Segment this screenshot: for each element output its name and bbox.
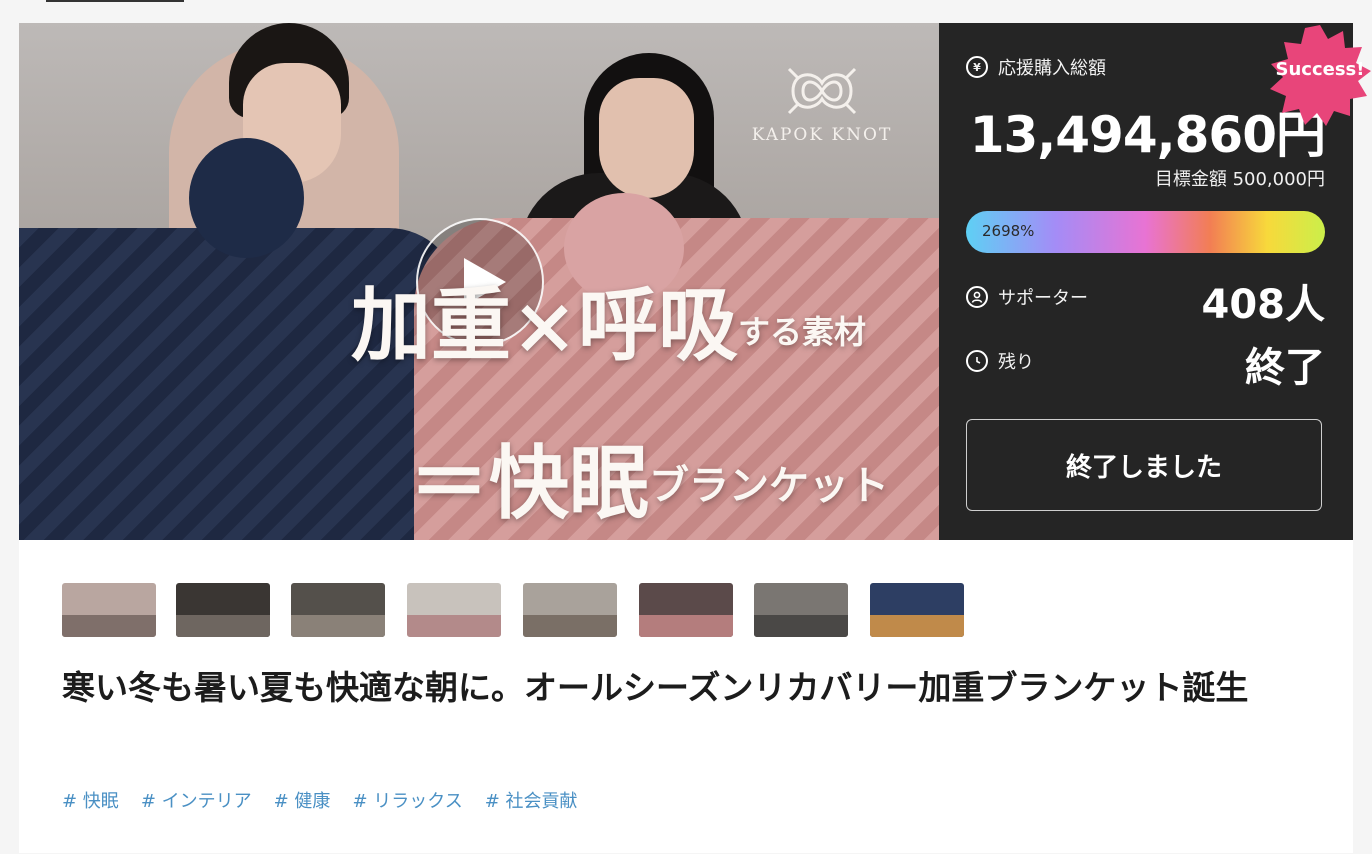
knot-logo-icon [787, 67, 857, 115]
thumbnail-7[interactable] [754, 583, 848, 637]
goal-amount: 目標金額 500,000円 [1154, 169, 1325, 190]
thumbnail-detail [870, 615, 964, 637]
tag-link[interactable]: # 快眠 [62, 787, 119, 813]
tag-link[interactable]: # インテリア [141, 787, 252, 813]
headline-times: × [511, 278, 579, 372]
supporters-label: サポーター [998, 288, 1088, 309]
woman-face [599, 78, 694, 198]
total-label-row: ¥ 応援購入総額 [966, 54, 1106, 80]
navy-knot-pillow [189, 138, 304, 258]
hero-headline-line2: ＝快眠ブランケット [409, 443, 889, 523]
thumbnail-detail [291, 615, 385, 637]
success-badge-text: Success! [1275, 59, 1365, 80]
user-icon [966, 286, 988, 308]
clock-icon [966, 350, 988, 372]
thumbnail-detail [62, 615, 156, 637]
thumbnail-2[interactable] [176, 583, 270, 637]
thumbnail-6[interactable] [639, 583, 733, 637]
project-card: KAPOK KNOT 加重×呼吸する素材 ＝快眠ブランケット ¥ 応援購入総額 … [19, 23, 1371, 853]
remaining-label-row: 残り [966, 348, 1034, 374]
supporters-count: 408人 [1201, 282, 1326, 328]
thumbnail-5[interactable] [523, 583, 617, 637]
remaining-label: 残り [998, 352, 1034, 373]
brand-name: KAPOK KNOT [751, 125, 893, 145]
hero-image[interactable]: KAPOK KNOT 加重×呼吸する素材 ＝快眠ブランケット [19, 23, 939, 540]
remaining-value: 終了 [1245, 345, 1325, 391]
hero-headline-line1: 加重×呼吸する素材 [351, 285, 866, 365]
supporters-label-row: サポーター [966, 284, 1088, 310]
top-tab-indicator [46, 0, 184, 2]
tag-list: # 快眠 # インテリア # 健康 # リラックス # 社会貢献 [62, 787, 578, 813]
headline-word-kaju: 加重 [351, 278, 511, 372]
progress-percent: 2698% [982, 222, 1035, 240]
headline-equals: ＝ [409, 436, 489, 530]
headline-word-kaimin: 快眠 [489, 436, 649, 530]
brand-logo: KAPOK KNOT [747, 63, 897, 153]
thumbnail-detail [523, 615, 617, 637]
thumbnail-4[interactable] [407, 583, 501, 637]
headline-small-1: する素材 [738, 313, 867, 351]
tag-link[interactable]: # 健康 [274, 787, 331, 813]
thumbnail-detail [639, 615, 733, 637]
total-label: 応援購入総額 [998, 58, 1106, 79]
ended-button[interactable]: 終了しました [966, 419, 1322, 511]
tag-link[interactable]: # 社会貢献 [485, 787, 578, 813]
thumbnail-8[interactable] [870, 583, 964, 637]
thumbnail-detail [407, 615, 501, 637]
progress-bar: 2698% [966, 211, 1325, 253]
headline-word-kokyu: 呼吸 [578, 278, 739, 372]
thumbnail-detail [176, 615, 270, 637]
tag-link[interactable]: # リラックス [352, 787, 462, 813]
thumbnail-3[interactable] [291, 583, 385, 637]
project-title: 寒い冬も暑い夏も快適な朝に。オールシーズンリカバリー加重ブランケット誕生 [62, 668, 1249, 707]
thumbnail-detail [754, 615, 848, 637]
thumbnail-1[interactable] [62, 583, 156, 637]
yen-icon: ¥ [966, 56, 988, 78]
navy-blanket [19, 228, 459, 540]
headline-small-2: ブランケット [649, 462, 889, 509]
